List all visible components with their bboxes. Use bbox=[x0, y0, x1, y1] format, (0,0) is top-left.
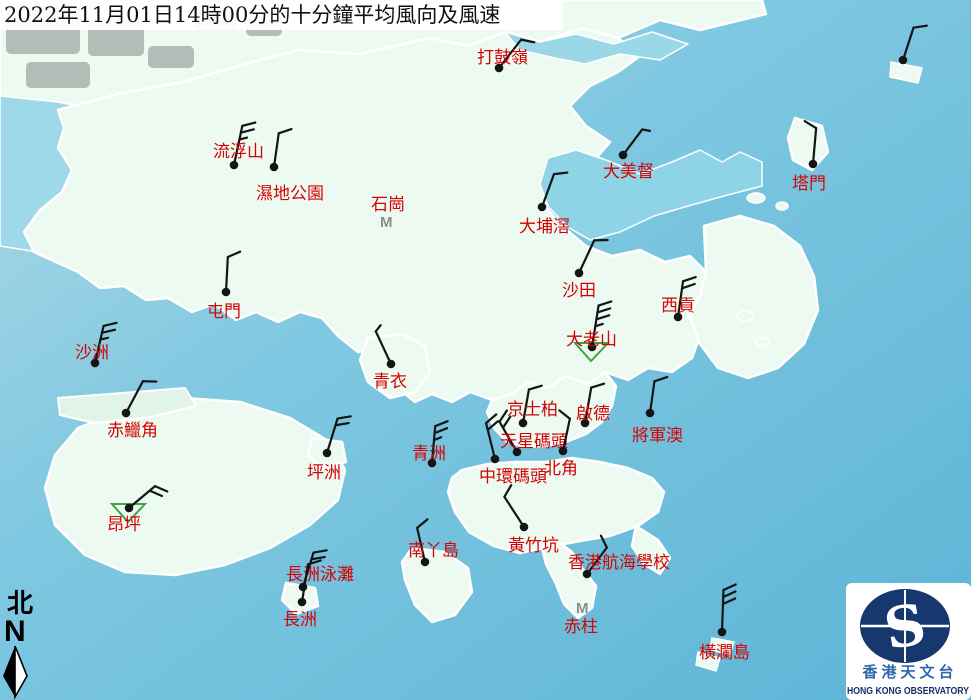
station-dot bbox=[575, 269, 584, 278]
logo-chinese: 香港天文台 bbox=[862, 663, 957, 681]
station-label: 沙洲 bbox=[75, 343, 109, 363]
station-label: 沙田 bbox=[562, 281, 596, 301]
hk-wind-map: 打鼓嶺流浮山濕地公園石崗M大美督大埔滘塔門沙田西貢大老山屯門沙洲赤鱲角青衣坪洲昂… bbox=[0, 0, 971, 700]
station-dot bbox=[222, 288, 231, 297]
station-label: 青衣 bbox=[373, 372, 407, 392]
station-dot bbox=[122, 409, 131, 418]
station-label: 西貢 bbox=[661, 296, 695, 316]
station-dot bbox=[809, 160, 818, 169]
station-dot bbox=[619, 151, 628, 160]
station-label: 赤柱 bbox=[564, 617, 598, 637]
station-label: 將軍澳 bbox=[632, 426, 683, 446]
station-label: 天星碼頭 bbox=[500, 432, 568, 452]
station-label: 昂坪 bbox=[107, 515, 141, 535]
station-label: 長洲 bbox=[283, 610, 317, 630]
islet-d bbox=[755, 338, 769, 346]
station-label: 濕地公園 bbox=[256, 184, 324, 204]
map-title: 2022年11月01日14時00分的十分鐘平均風向及風速 bbox=[4, 3, 500, 27]
station-label: 坪洲 bbox=[307, 463, 341, 483]
station-label: 長洲泳灘 bbox=[286, 565, 354, 585]
station-label: 青洲 bbox=[412, 444, 446, 464]
hko-logo: S 香港天文台 HONG KONG OBSERVATORY bbox=[846, 583, 971, 700]
wind-map-screen: 打鼓嶺流浮山濕地公園石崗M大美督大埔滘塔門沙田西貢大老山屯門沙洲赤鱲角青衣坪洲昂… bbox=[0, 0, 971, 700]
missing-data-marker: M bbox=[380, 214, 393, 231]
station-label: 赤鱲角 bbox=[107, 421, 158, 441]
islet-c bbox=[737, 311, 753, 321]
logo-english: HONG KONG OBSERVATORY bbox=[847, 685, 969, 697]
station-label: 屯門 bbox=[207, 302, 241, 322]
compass-north-letter: N bbox=[4, 615, 26, 648]
station-dot bbox=[718, 628, 727, 637]
missing-data-marker: M bbox=[576, 600, 589, 617]
station-label: 大埔滘 bbox=[519, 217, 570, 237]
islet-a bbox=[747, 193, 765, 203]
station-dot bbox=[559, 447, 568, 456]
station-dot bbox=[646, 409, 655, 418]
station-label: 橫瀾島 bbox=[699, 643, 750, 663]
station-dot bbox=[323, 449, 332, 458]
station-label: 中環碼頭 bbox=[479, 467, 547, 487]
station-label: 香港航海學校 bbox=[568, 553, 670, 573]
station-label: 啟德 bbox=[576, 404, 610, 424]
station-label: 流浮山 bbox=[213, 142, 264, 162]
station-label: 大美督 bbox=[603, 162, 654, 182]
station-label: 石崗 bbox=[371, 195, 405, 215]
islet-b bbox=[776, 202, 788, 210]
station-label: 塔門 bbox=[792, 174, 826, 194]
station-label: 黃竹坑 bbox=[508, 536, 559, 556]
station-label: 打鼓嶺 bbox=[477, 48, 528, 68]
station-label: 北角 bbox=[544, 459, 578, 479]
station-dot bbox=[491, 455, 500, 464]
station-dot bbox=[387, 360, 396, 369]
station-dot bbox=[899, 56, 908, 65]
station-label: 京士柏 bbox=[507, 400, 558, 420]
station-dot bbox=[270, 163, 279, 172]
station-dot bbox=[298, 598, 307, 607]
station-dot bbox=[125, 504, 134, 513]
station-dot bbox=[520, 523, 529, 532]
station-label: 南丫島 bbox=[408, 541, 459, 561]
station-label: 大老山 bbox=[566, 330, 617, 350]
station-dot bbox=[538, 203, 547, 212]
title-bar: 2022年11月01日14時00分的十分鐘平均風向及風速 bbox=[0, 0, 563, 30]
